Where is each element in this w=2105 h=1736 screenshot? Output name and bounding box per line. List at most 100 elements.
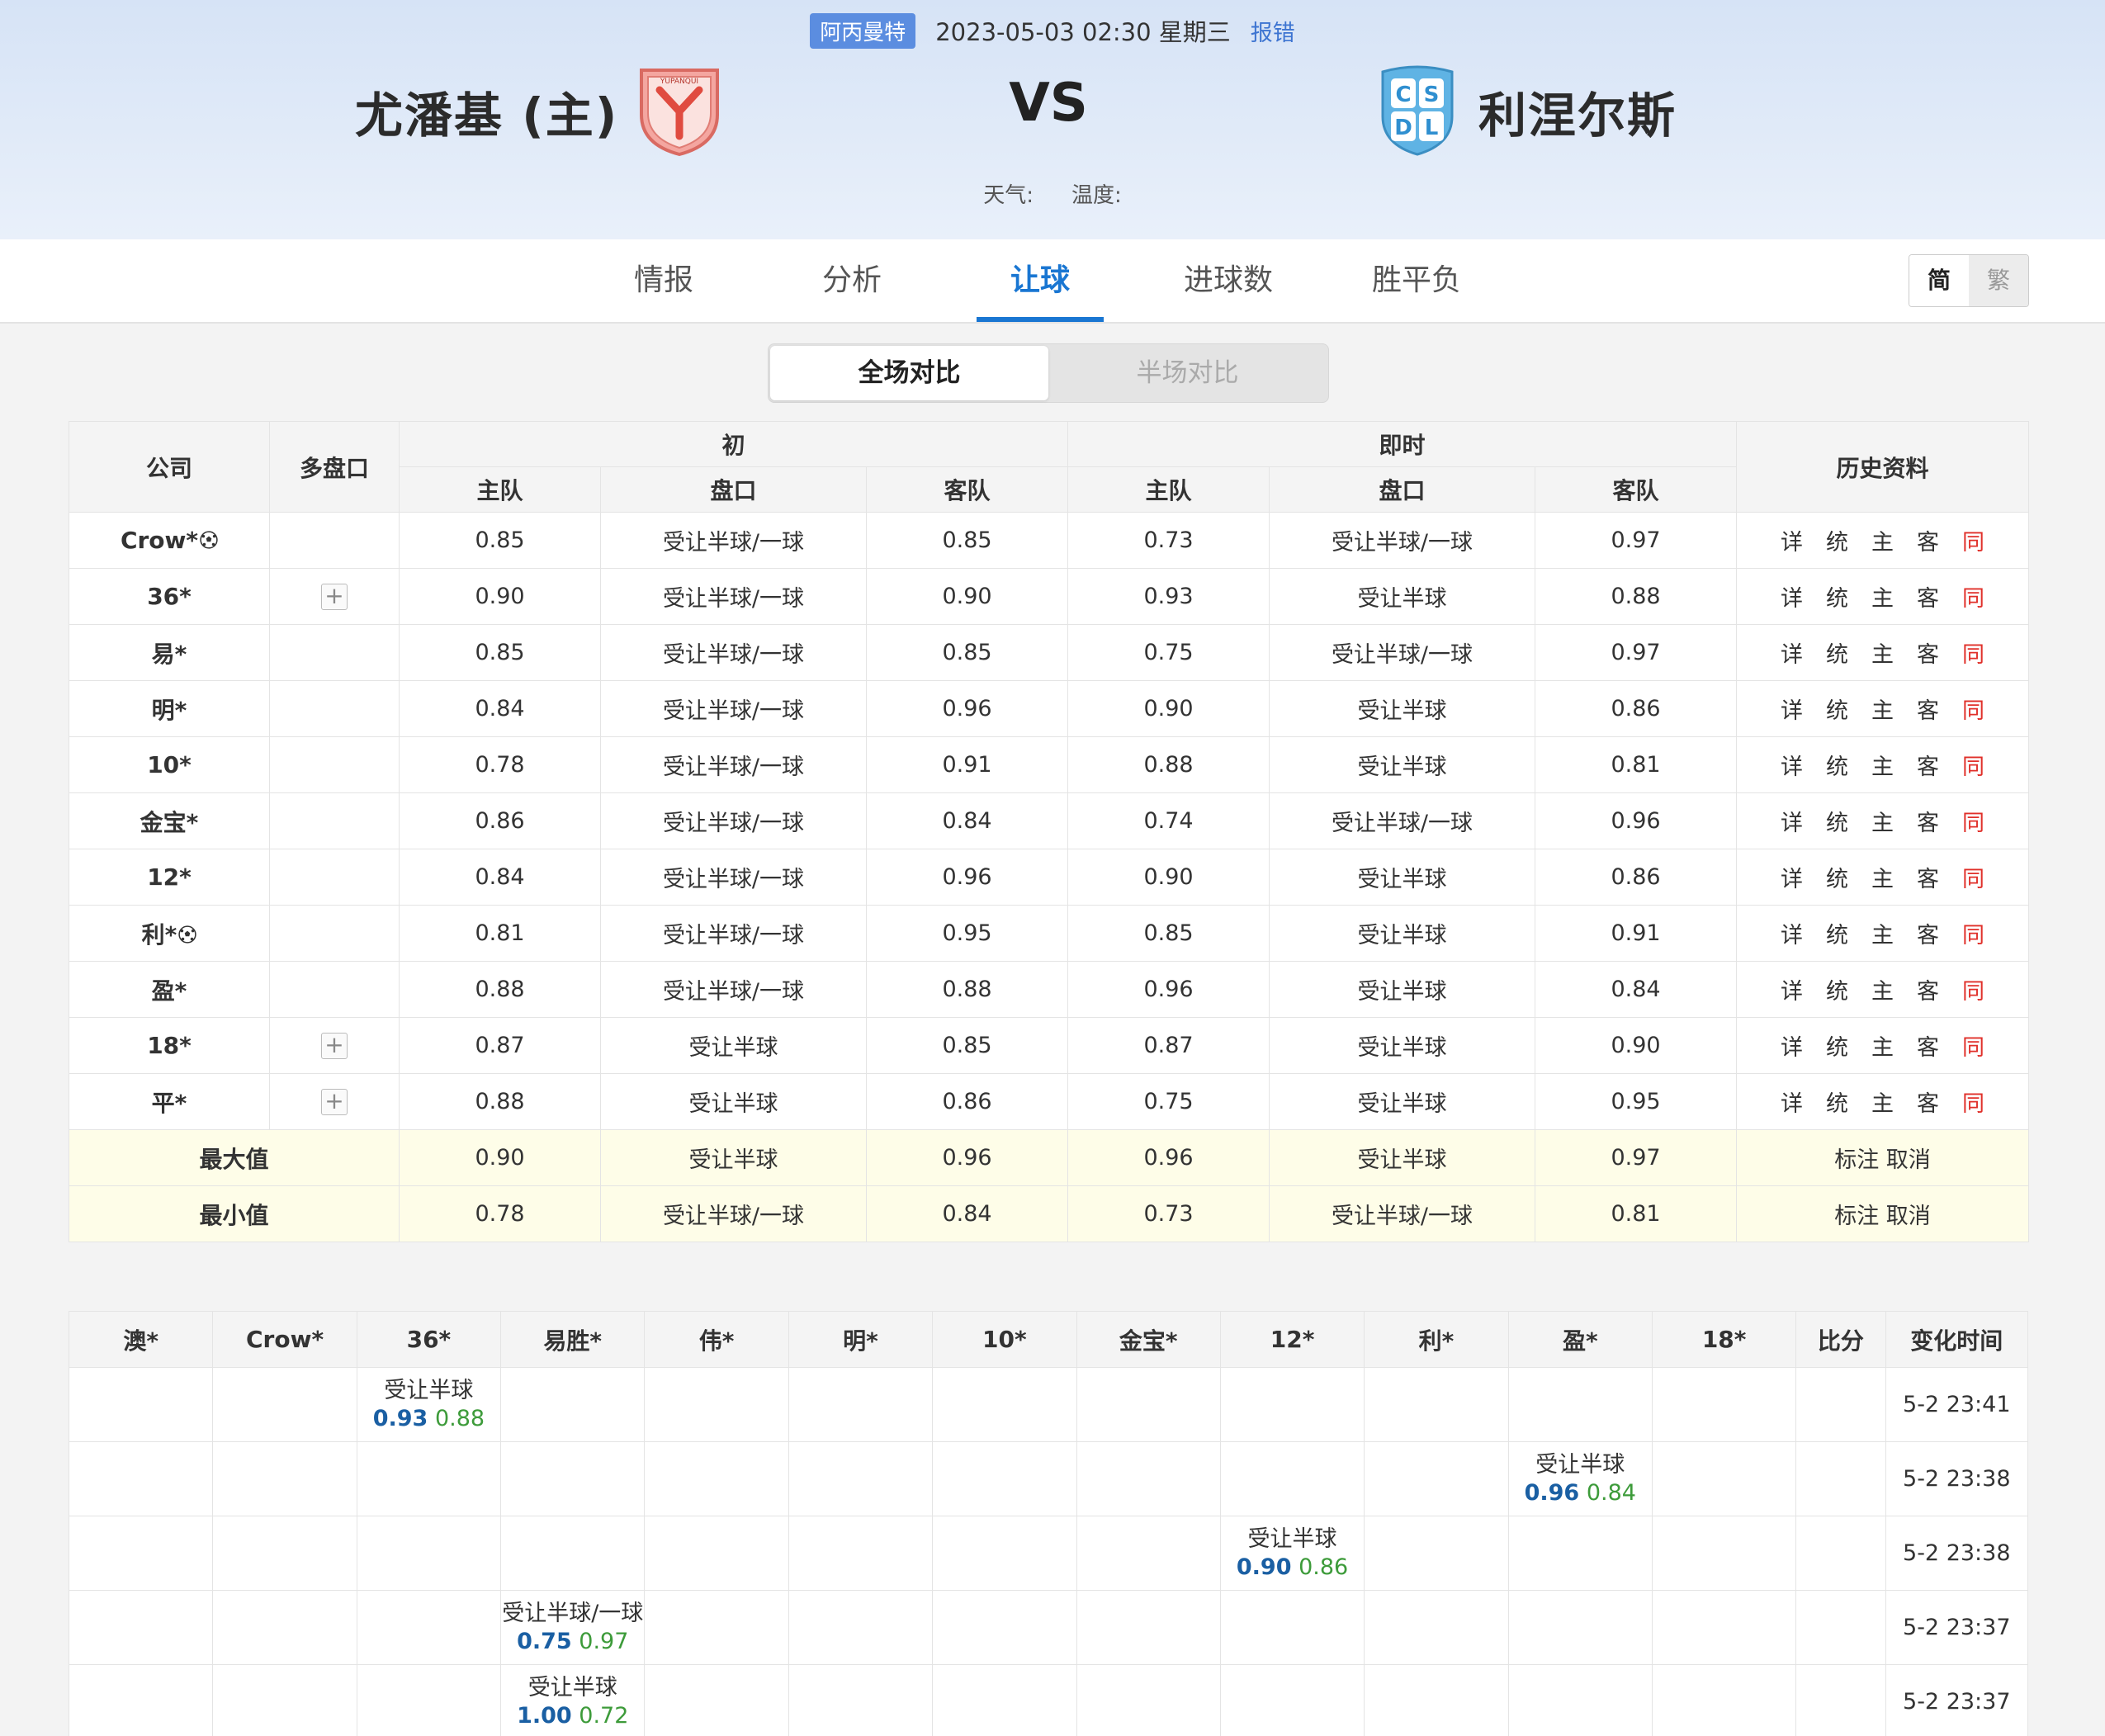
away-link[interactable]: 客 <box>1917 1086 1939 1118</box>
home-link[interactable]: 主 <box>1871 1086 1894 1118</box>
company-name[interactable]: 10* <box>147 751 192 778</box>
company-cell[interactable]: 明* <box>69 680 270 737</box>
home-link[interactable]: 主 <box>1871 861 1894 893</box>
change-cell <box>356 1664 502 1736</box>
detail-link[interactable]: 详 <box>1781 749 1803 781</box>
company-cell[interactable]: 18* <box>69 1017 270 1074</box>
stats-link[interactable]: 统 <box>1826 861 1848 893</box>
away-link[interactable]: 客 <box>1917 524 1939 556</box>
stats-link[interactable]: 统 <box>1826 524 1848 556</box>
mark-cancel-action[interactable]: 标注 取消 <box>1736 1185 2030 1242</box>
same-link[interactable]: 同 <box>1962 693 1984 725</box>
company-name[interactable]: 明* <box>152 697 187 724</box>
detail-link[interactable]: 详 <box>1781 1029 1803 1062</box>
report-error-link[interactable]: 报错 <box>1251 15 1295 47</box>
home-link[interactable]: 主 <box>1871 580 1894 613</box>
home-team[interactable]: 尤潘基 (主) YUPANQUI <box>355 58 722 165</box>
detail-link[interactable]: 详 <box>1781 524 1803 556</box>
away-link[interactable]: 客 <box>1917 749 1939 781</box>
company-cell[interactable]: 金宝* <box>69 792 270 849</box>
tab-handicap[interactable]: 让球 <box>946 239 1134 322</box>
company-cell[interactable]: 36* <box>69 568 270 625</box>
mark-cancel-action[interactable]: 标注 取消 <box>1736 1129 2030 1186</box>
company-name[interactable]: 利* <box>142 921 177 948</box>
home-link[interactable]: 主 <box>1871 917 1894 949</box>
company-name[interactable]: 盈* <box>152 977 187 1005</box>
company-cell[interactable]: 10* <box>69 736 270 793</box>
company-cell[interactable]: 12* <box>69 849 270 906</box>
home-link[interactable]: 主 <box>1871 524 1894 556</box>
home-link[interactable]: 主 <box>1871 693 1894 725</box>
stats-link[interactable]: 统 <box>1826 636 1848 669</box>
same-link[interactable]: 同 <box>1962 805 1984 837</box>
full-match-button[interactable]: 全场对比 <box>770 346 1048 400</box>
tab-goals[interactable]: 进球数 <box>1134 239 1322 322</box>
tab-1x2[interactable]: 胜平负 <box>1322 239 1511 322</box>
detail-link[interactable]: 详 <box>1781 973 1803 1005</box>
home-link[interactable]: 主 <box>1871 1029 1894 1062</box>
detail-link[interactable]: 详 <box>1781 580 1803 613</box>
detail-link[interactable]: 详 <box>1781 861 1803 893</box>
away-link[interactable]: 客 <box>1917 805 1939 837</box>
detail-link[interactable]: 详 <box>1781 636 1803 669</box>
away-link[interactable]: 客 <box>1917 917 1939 949</box>
stats-link[interactable]: 统 <box>1826 1086 1848 1118</box>
company-name[interactable]: 12* <box>147 863 192 891</box>
expand-plus-icon[interactable]: + <box>321 583 348 610</box>
same-link[interactable]: 同 <box>1962 524 1984 556</box>
home-team-name[interactable]: 尤潘基 (主) <box>355 77 618 146</box>
home-link[interactable]: 主 <box>1871 805 1894 837</box>
company-name[interactable]: 18* <box>147 1032 192 1059</box>
lang-traditional-button[interactable]: 繁 <box>1969 255 2028 306</box>
away-team[interactable]: C S D L 利涅尔斯 <box>1374 58 1677 165</box>
stats-link[interactable]: 统 <box>1826 805 1848 837</box>
league-tag[interactable]: 阿丙曼特 <box>810 12 916 49</box>
home-link[interactable]: 主 <box>1871 973 1894 1005</box>
company-name[interactable]: 易* <box>152 641 187 668</box>
stats-link[interactable]: 统 <box>1826 693 1848 725</box>
same-link[interactable]: 同 <box>1962 973 1984 1005</box>
company-name[interactable]: 36* <box>147 583 192 610</box>
stats-link[interactable]: 统 <box>1826 917 1848 949</box>
company-cell[interactable]: 平* <box>69 1073 270 1130</box>
odds-row: 利* 0.81 受让半球/一球 0.95 0.85 受让半球 0.91 详统主客同 <box>69 905 2030 962</box>
half-match-button[interactable]: 半场对比 <box>1048 346 1327 400</box>
company-name[interactable]: 金宝* <box>140 809 199 836</box>
detail-link[interactable]: 详 <box>1781 917 1803 949</box>
detail-link[interactable]: 详 <box>1781 805 1803 837</box>
stats-link[interactable]: 统 <box>1826 749 1848 781</box>
same-link[interactable]: 同 <box>1962 749 1984 781</box>
company-name[interactable]: 平* <box>152 1090 187 1117</box>
company-cell[interactable]: 利* <box>69 905 270 962</box>
home-link[interactable]: 主 <box>1871 636 1894 669</box>
tab-analysis[interactable]: 分析 <box>758 239 946 322</box>
same-link[interactable]: 同 <box>1962 1086 1984 1118</box>
away-link[interactable]: 客 <box>1917 861 1939 893</box>
same-link[interactable]: 同 <box>1962 580 1984 613</box>
detail-link[interactable]: 详 <box>1781 1086 1803 1118</box>
history-links-cell: 详统主客同 <box>1736 736 2030 793</box>
away-link[interactable]: 客 <box>1917 636 1939 669</box>
home-link[interactable]: 主 <box>1871 749 1894 781</box>
stats-link[interactable]: 统 <box>1826 1029 1848 1062</box>
same-link[interactable]: 同 <box>1962 861 1984 893</box>
company-cell[interactable]: 盈* <box>69 961 270 1018</box>
away-link[interactable]: 客 <box>1917 973 1939 1005</box>
tab-intel[interactable]: 情报 <box>570 239 758 322</box>
away-team-name[interactable]: 利涅尔斯 <box>1478 77 1677 146</box>
away-link[interactable]: 客 <box>1917 693 1939 725</box>
company-name[interactable]: Crow* <box>121 527 198 554</box>
same-link[interactable]: 同 <box>1962 636 1984 669</box>
company-cell[interactable]: Crow* <box>69 512 270 569</box>
same-link[interactable]: 同 <box>1962 1029 1984 1062</box>
company-cell[interactable]: 易* <box>69 624 270 681</box>
expand-plus-icon[interactable]: + <box>321 1032 348 1059</box>
detail-link[interactable]: 详 <box>1781 693 1803 725</box>
away-link[interactable]: 客 <box>1917 580 1939 613</box>
stats-link[interactable]: 统 <box>1826 580 1848 613</box>
expand-plus-icon[interactable]: + <box>321 1088 348 1115</box>
lang-simplified-button[interactable]: 简 <box>1909 255 1969 306</box>
away-link[interactable]: 客 <box>1917 1029 1939 1062</box>
same-link[interactable]: 同 <box>1962 917 1984 949</box>
stats-link[interactable]: 统 <box>1826 973 1848 1005</box>
